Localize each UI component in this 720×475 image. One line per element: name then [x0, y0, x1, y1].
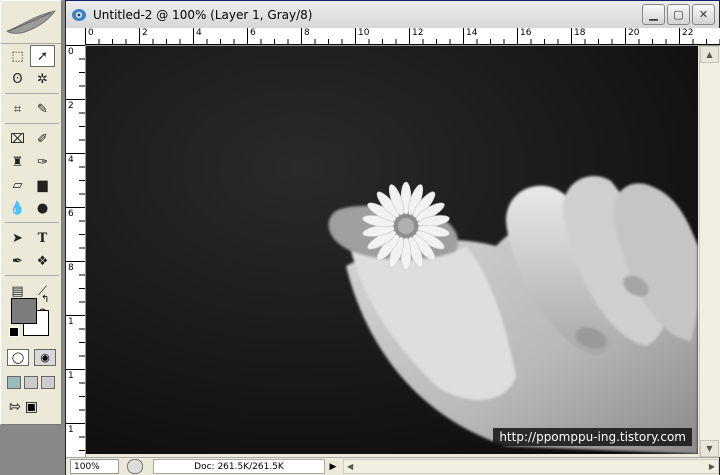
ruler-v-label: 1	[68, 425, 74, 435]
imageready-icon[interactable]: ▣	[25, 399, 38, 415]
vertical-scrollbar[interactable]: ▲ ▼	[699, 46, 720, 457]
full-screen-menu-mode-button[interactable]	[24, 376, 38, 389]
ruler-v-label: 6	[68, 209, 74, 219]
full-screen-mode-button[interactable]	[41, 376, 55, 389]
scroll-up-arrow-icon[interactable]: ▲	[700, 46, 719, 63]
minimize-button[interactable]: ▁	[642, 4, 665, 25]
slice-tool-icon[interactable]: ✎	[30, 98, 55, 120]
lasso-tool-icon[interactable]: ʘ	[5, 68, 30, 90]
clone-stamp-tool-icon[interactable]: ♜	[5, 151, 30, 173]
zoom-level-field[interactable]: 100%	[70, 459, 119, 474]
path-selection-tool-icon[interactable]: ➤	[5, 227, 30, 249]
ruler-h-label: 10	[358, 28, 370, 38]
brush-tool-icon[interactable]: ✐	[30, 128, 55, 150]
horizontal-scrollbar[interactable]: ◀ ▶	[343, 459, 719, 474]
toolbox: ⬚ ➚ ʘ ✲ ⌗ ✎ ⌧ ✐ ♜ ✑ ▱ ▆ 💧 ● ➤ T ✒ ❖ ▤ ⟋ …	[0, 0, 62, 425]
title-bar[interactable]: Untitled-2 @ 100% (Layer 1, Gray/8) ▁ ▢ …	[66, 1, 719, 29]
image-canvas[interactable]: http://ppomppu-ing.tistory.com	[86, 46, 698, 454]
maximize-button[interactable]: ▢	[667, 4, 690, 25]
daisy-hand-photo	[86, 46, 698, 454]
ruler-v-label: 1	[68, 317, 74, 327]
ruler-h-label: 8	[304, 28, 310, 38]
status-bar: 100% Doc: 261.5K/261.5K ▶ ◀ ▶	[66, 457, 719, 475]
status-menu-arrow-icon[interactable]: ▶	[327, 460, 339, 473]
crop-tool-icon[interactable]: ⌗	[5, 98, 30, 120]
feather-logo-icon[interactable]	[5, 7, 57, 37]
ruler-h-label: 6	[250, 28, 256, 38]
dodge-tool-icon[interactable]: ●	[30, 197, 55, 219]
quick-mask-mode-button[interactable]: ◉	[34, 349, 56, 366]
ruler-h-label: 16	[520, 28, 532, 38]
horizontal-ruler[interactable]: 0 2 4 6 8 10 12 14 16 18 20 22	[85, 28, 720, 46]
eraser-tool-icon[interactable]: ▱	[5, 174, 30, 196]
custom-shape-tool-icon[interactable]: ❖	[30, 250, 55, 272]
ruler-v-label: 4	[68, 155, 74, 165]
document-size-info[interactable]: Doc: 261.5K/261.5K	[153, 459, 325, 474]
ruler-h-label: 4	[196, 28, 202, 38]
foreground-color-swatch[interactable]	[11, 298, 37, 324]
pen-tool-icon[interactable]: ✒	[5, 250, 30, 272]
type-tool-icon[interactable]: T	[30, 227, 55, 249]
standard-screen-mode-button[interactable]	[7, 376, 21, 389]
scroll-down-arrow-icon[interactable]: ▼	[700, 440, 719, 457]
status-info-icon[interactable]	[127, 459, 143, 474]
default-colors-icon[interactable]	[9, 327, 19, 337]
ruler-v-label: 2	[68, 101, 74, 111]
ruler-v-label: 8	[68, 263, 74, 273]
move-tool-icon[interactable]: ➚	[30, 45, 55, 67]
document-title: Untitled-2 @ 100% (Layer 1, Gray/8)	[93, 7, 313, 22]
ruler-origin[interactable]	[66, 28, 86, 46]
marquee-tool-icon[interactable]: ⬚	[5, 45, 30, 67]
scroll-left-arrow-icon[interactable]: ◀	[347, 462, 353, 471]
vertical-ruler[interactable]: 0 2 4 6 8 1 1 1	[66, 45, 86, 457]
ruler-h-label: 12	[412, 28, 424, 38]
document-window: Untitled-2 @ 100% (Layer 1, Gray/8) ▁ ▢ …	[65, 0, 720, 475]
ruler-h-label: 18	[574, 28, 586, 38]
close-button[interactable]: ✕	[692, 4, 715, 25]
toolbox-header	[1, 1, 61, 44]
scroll-right-arrow-icon[interactable]: ▶	[709, 462, 715, 471]
standard-mode-button[interactable]: ◯	[7, 349, 29, 366]
ruler-v-label: 1	[68, 371, 74, 381]
jump-to-imageready-icon[interactable]: ⇰	[9, 399, 21, 415]
ruler-v-label: 0	[68, 47, 74, 57]
history-brush-tool-icon[interactable]: ✑	[30, 151, 55, 173]
watermark-url: http://ppomppu-ing.tistory.com	[493, 428, 692, 446]
swap-colors-icon[interactable]: ↰	[41, 294, 49, 305]
gradient-tool-icon[interactable]: ▆	[30, 174, 55, 196]
ruler-h-label: 2	[142, 28, 148, 38]
ruler-h-label: 0	[88, 28, 94, 38]
blur-tool-icon[interactable]: 💧	[5, 197, 30, 219]
ruler-h-label: 22	[682, 28, 694, 38]
photoshop-eye-icon	[72, 8, 86, 21]
healing-brush-tool-icon[interactable]: ⌧	[5, 128, 30, 150]
ruler-h-label: 20	[628, 28, 640, 38]
magic-wand-tool-icon[interactable]: ✲	[30, 68, 55, 90]
color-swatches: ↰	[9, 294, 53, 340]
ruler-h-label: 14	[466, 28, 478, 38]
